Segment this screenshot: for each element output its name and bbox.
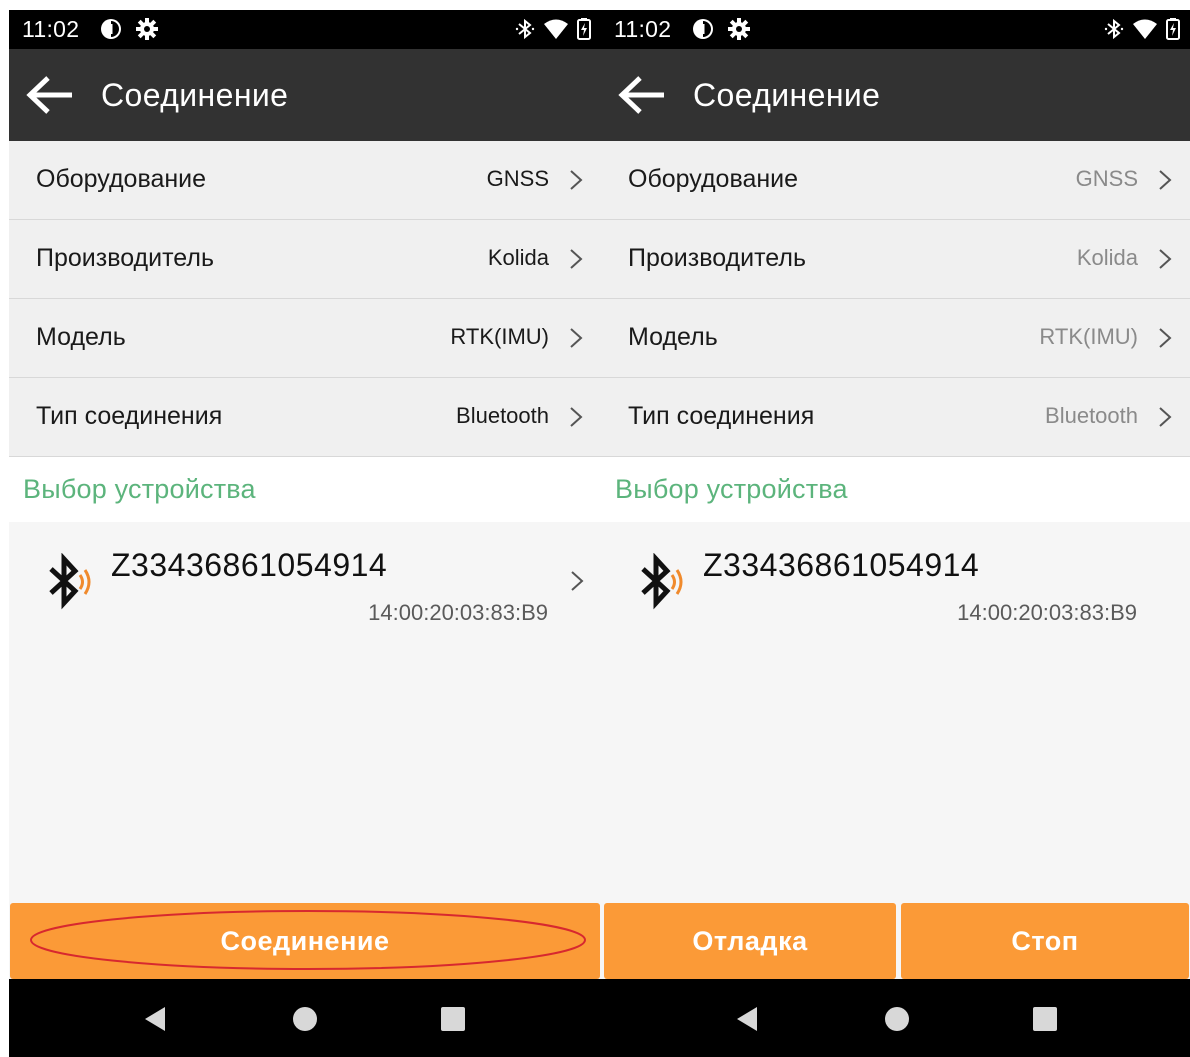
- app-bar: Соединение: [601, 49, 1190, 141]
- nav-recent-icon[interactable]: [1032, 1006, 1058, 1032]
- chevron-right-icon: [570, 407, 583, 427]
- setting-label: Тип соединения: [36, 402, 223, 430]
- page-title: Соединение: [693, 77, 881, 113]
- chevron-right-icon: [1159, 249, 1172, 269]
- settings-list: Оборудование GNSS Производитель Kolida М…: [9, 141, 601, 457]
- setting-label: Оборудование: [36, 165, 207, 193]
- status-icons-right: [515, 18, 591, 40]
- setting-row-equipment[interactable]: Оборудование GNSS: [601, 141, 1190, 220]
- setting-value: Bluetooth: [1045, 403, 1138, 428]
- gear-icon: [728, 18, 750, 40]
- section-header: Выбор устройства: [9, 457, 601, 522]
- bluetooth-icon: [1104, 18, 1124, 40]
- app-bar: Соединение: [9, 49, 601, 141]
- status-time: 11:02: [22, 16, 80, 42]
- setting-label: Модель: [36, 323, 126, 351]
- bluetooth-signal-icon: [49, 553, 91, 610]
- setting-label: Оборудование: [628, 165, 799, 193]
- device-item[interactable]: Z33436861054914 14:00:20:03:83:B9: [601, 522, 1190, 642]
- setting-label: Модель: [628, 323, 718, 351]
- nav-back-icon[interactable]: [735, 1006, 759, 1032]
- section-title: Выбор устройства: [615, 474, 848, 504]
- arrow-left-icon[interactable]: [26, 75, 74, 115]
- phone-screen-left: 11:02 Соединение Оборудование GNSS Произ…: [9, 10, 601, 1057]
- chevron-right-icon: [570, 328, 583, 348]
- stop-button[interactable]: Стоп: [901, 903, 1189, 979]
- page-title: Соединение: [101, 77, 289, 113]
- device-mac-address: 14:00:20:03:83:B9: [368, 600, 548, 625]
- section-title: Выбор устройства: [23, 474, 256, 504]
- status-bar: 11:02: [601, 10, 1190, 49]
- setting-row-connection-type[interactable]: Тип соединения Bluetooth: [9, 378, 601, 457]
- setting-row-equipment[interactable]: Оборудование GNSS: [9, 141, 601, 220]
- arrow-left-icon[interactable]: [618, 75, 666, 115]
- setting-value: Bluetooth: [456, 403, 549, 428]
- nav-back-icon[interactable]: [143, 1006, 167, 1032]
- setting-value: Kolida: [1076, 245, 1138, 270]
- device-name: Z33436861054914: [111, 547, 388, 583]
- data-saver-icon: [693, 19, 713, 39]
- connect-button-label: Соединение: [220, 925, 390, 956]
- status-time: 11:02: [614, 16, 672, 42]
- chevron-right-icon: [1159, 407, 1172, 427]
- data-saver-icon: [101, 19, 121, 39]
- system-nav-bar: [601, 979, 1190, 1057]
- chevron-right-icon: [570, 170, 583, 190]
- phone-screen-right: 11:02 Соединение Оборудование GNSS Произ…: [601, 10, 1190, 1057]
- bluetooth-icon: [515, 18, 535, 40]
- setting-value: RTK(IMU): [450, 324, 549, 349]
- setting-label: Производитель: [36, 244, 214, 272]
- gear-icon: [136, 18, 158, 40]
- setting-row-manufacturer[interactable]: Производитель Kolida: [9, 220, 601, 299]
- setting-value: Kolida: [487, 245, 549, 270]
- battery-charging-icon: [577, 18, 591, 40]
- nav-home-icon[interactable]: [884, 1006, 910, 1032]
- debug-button[interactable]: Отладка: [604, 903, 896, 979]
- nav-recent-icon[interactable]: [440, 1006, 466, 1032]
- chevron-right-icon: [1159, 328, 1172, 348]
- wifi-icon: [544, 19, 568, 39]
- screenshot-stage: 11:02 Соединение Оборудование GNSS Произ…: [0, 0, 1190, 1057]
- setting-row-connection-type[interactable]: Тип соединения Bluetooth: [601, 378, 1190, 457]
- setting-row-manufacturer[interactable]: Производитель Kolida: [601, 220, 1190, 299]
- system-nav-bar: [9, 979, 601, 1057]
- chevron-right-icon: [1159, 170, 1172, 190]
- device-list: Z33436861054914 14:00:20:03:83:B9: [601, 522, 1190, 944]
- status-bar: 11:02: [9, 10, 601, 49]
- wifi-icon: [1133, 19, 1157, 39]
- device-list: Z33436861054914 14:00:20:03:83:B9: [9, 522, 601, 944]
- setting-row-model[interactable]: Модель RTK(IMU): [9, 299, 601, 378]
- setting-label: Производитель: [628, 244, 806, 272]
- device-name: Z33436861054914: [703, 547, 980, 583]
- setting-label: Тип соединения: [628, 402, 815, 430]
- setting-value: RTK(IMU): [1039, 324, 1138, 349]
- device-mac-address: 14:00:20:03:83:B9: [957, 600, 1137, 625]
- setting-value: GNSS: [1075, 166, 1138, 191]
- connect-button[interactable]: Соединение: [10, 903, 600, 979]
- chevron-right-icon: [570, 249, 583, 269]
- device-item[interactable]: Z33436861054914 14:00:20:03:83:B9: [9, 522, 601, 642]
- battery-charging-icon: [1166, 18, 1180, 40]
- nav-home-icon[interactable]: [292, 1006, 318, 1032]
- setting-value: GNSS: [486, 166, 549, 191]
- section-header: Выбор устройства: [601, 457, 1190, 522]
- setting-row-model[interactable]: Модель RTK(IMU): [601, 299, 1190, 378]
- settings-list: Оборудование GNSS Производитель Kolida М…: [601, 141, 1190, 457]
- chevron-right-icon: [571, 571, 584, 591]
- bluetooth-signal-icon: [641, 553, 683, 610]
- status-icons-right: [1104, 18, 1180, 40]
